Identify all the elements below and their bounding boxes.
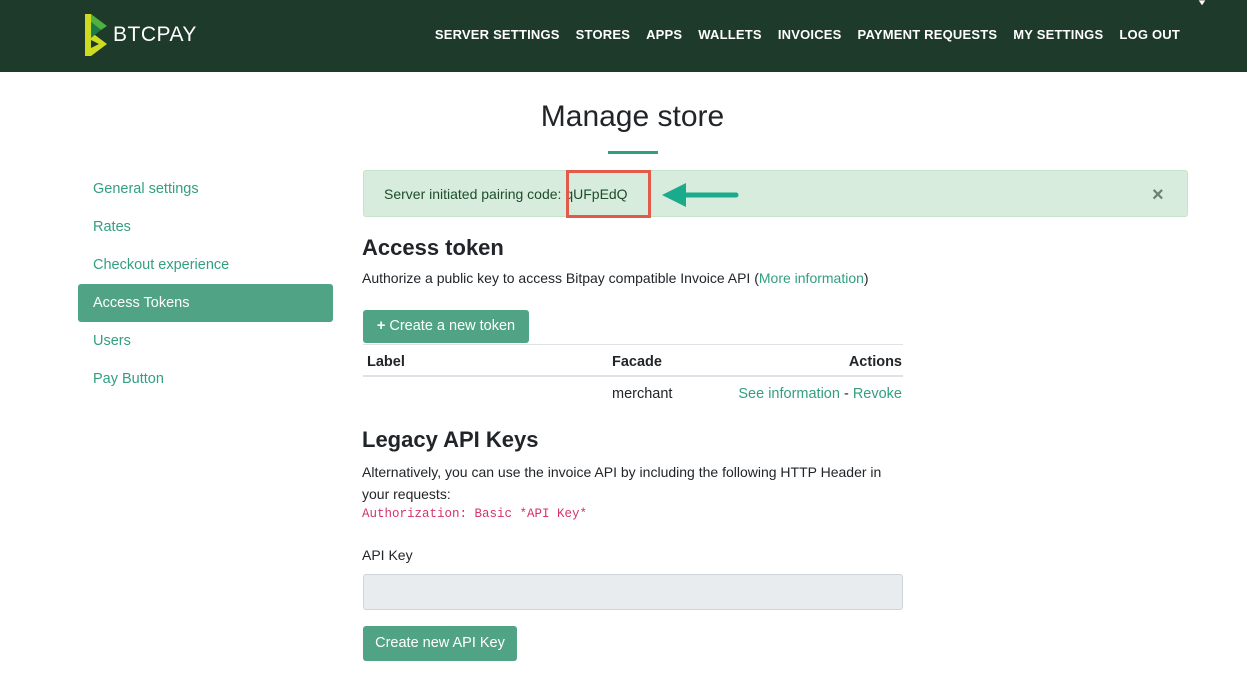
- annotation-highlight-box: [566, 170, 651, 218]
- legacy-description: Alternatively, you can use the invoice A…: [362, 464, 882, 502]
- description-prefix: Authorize a public key to access Bitpay …: [362, 270, 759, 286]
- authorization-header-code: Authorization: Basic *API Key*: [362, 507, 588, 521]
- token-actions: See information - Revoke: [738, 386, 902, 402]
- btcpay-logo[interactable]: BTCPAY: [83, 12, 197, 58]
- brand-name: BTCPAY: [113, 23, 197, 46]
- sidebar-item-access-tokens[interactable]: Access Tokens: [78, 284, 333, 322]
- api-key-label: API Key: [362, 547, 413, 563]
- sidebar-item-general-settings[interactable]: General settings: [78, 170, 333, 208]
- sidebar-item-users[interactable]: Users: [78, 322, 333, 360]
- alert-prefix: Server initiated pairing code:: [384, 186, 566, 202]
- create-token-label: Create a new token: [389, 318, 516, 334]
- page-title: Manage store: [540, 100, 725, 133]
- plus-icon: +: [376, 318, 386, 334]
- btcpay-logo-icon: [85, 14, 107, 56]
- nav-server-settings[interactable]: SERVER SETTINGS: [435, 27, 560, 42]
- store-settings-sidebar: General settings Rates Checkout experien…: [78, 170, 333, 398]
- revoke-link[interactable]: Revoke: [853, 386, 902, 402]
- see-information-link[interactable]: See information: [738, 386, 840, 402]
- tokens-table: Label Facade Actions merchant See inform…: [363, 344, 903, 411]
- access-token-description: Authorize a public key to access Bitpay …: [362, 270, 869, 286]
- token-facade: merchant: [612, 386, 673, 402]
- nav-log-out[interactable]: LOG OUT: [1119, 27, 1180, 42]
- access-token-heading: Access token: [362, 235, 504, 260]
- table-row: merchant See information - Revoke: [363, 377, 903, 411]
- sidebar-item-rates[interactable]: Rates: [78, 208, 333, 246]
- main-nav: SERVER SETTINGS STORES APPS WALLETS INVO…: [435, 27, 1180, 42]
- create-token-button[interactable]: + Create a new token: [363, 310, 529, 343]
- legacy-api-keys-heading: Legacy API Keys: [362, 427, 539, 452]
- column-label: Label: [367, 354, 405, 370]
- nav-apps[interactable]: APPS: [646, 27, 682, 42]
- top-navbar: BTCPAY SERVER SETTINGS STORES APPS WALLE…: [0, 0, 1247, 72]
- more-information-link[interactable]: More information: [759, 270, 864, 286]
- create-api-key-button[interactable]: Create new API Key: [363, 626, 517, 661]
- sidebar-item-pay-button[interactable]: Pay Button: [78, 360, 333, 398]
- pairing-code-alert: Server initiated pairing code: qUFpEdQ: [363, 170, 1188, 217]
- mouse-pointer-icon: [1197, 0, 1207, 7]
- nav-wallets[interactable]: WALLETS: [698, 27, 762, 42]
- actions-separator: -: [839, 386, 853, 402]
- sidebar-item-checkout-experience[interactable]: Checkout experience: [78, 246, 333, 284]
- nav-payment-requests[interactable]: PAYMENT REQUESTS: [858, 27, 998, 42]
- title-underline: [608, 151, 658, 154]
- api-key-field[interactable]: [363, 574, 903, 610]
- tokens-table-header: Label Facade Actions: [363, 344, 903, 377]
- alert-close-button[interactable]: ×: [1152, 184, 1164, 206]
- column-facade: Facade: [612, 354, 662, 370]
- nav-my-settings[interactable]: MY SETTINGS: [1013, 27, 1103, 42]
- column-actions: Actions: [848, 354, 902, 370]
- description-suffix: ): [863, 270, 869, 286]
- nav-invoices[interactable]: INVOICES: [778, 27, 842, 42]
- nav-stores[interactable]: STORES: [576, 27, 630, 42]
- annotation-arrow-icon: [662, 183, 739, 207]
